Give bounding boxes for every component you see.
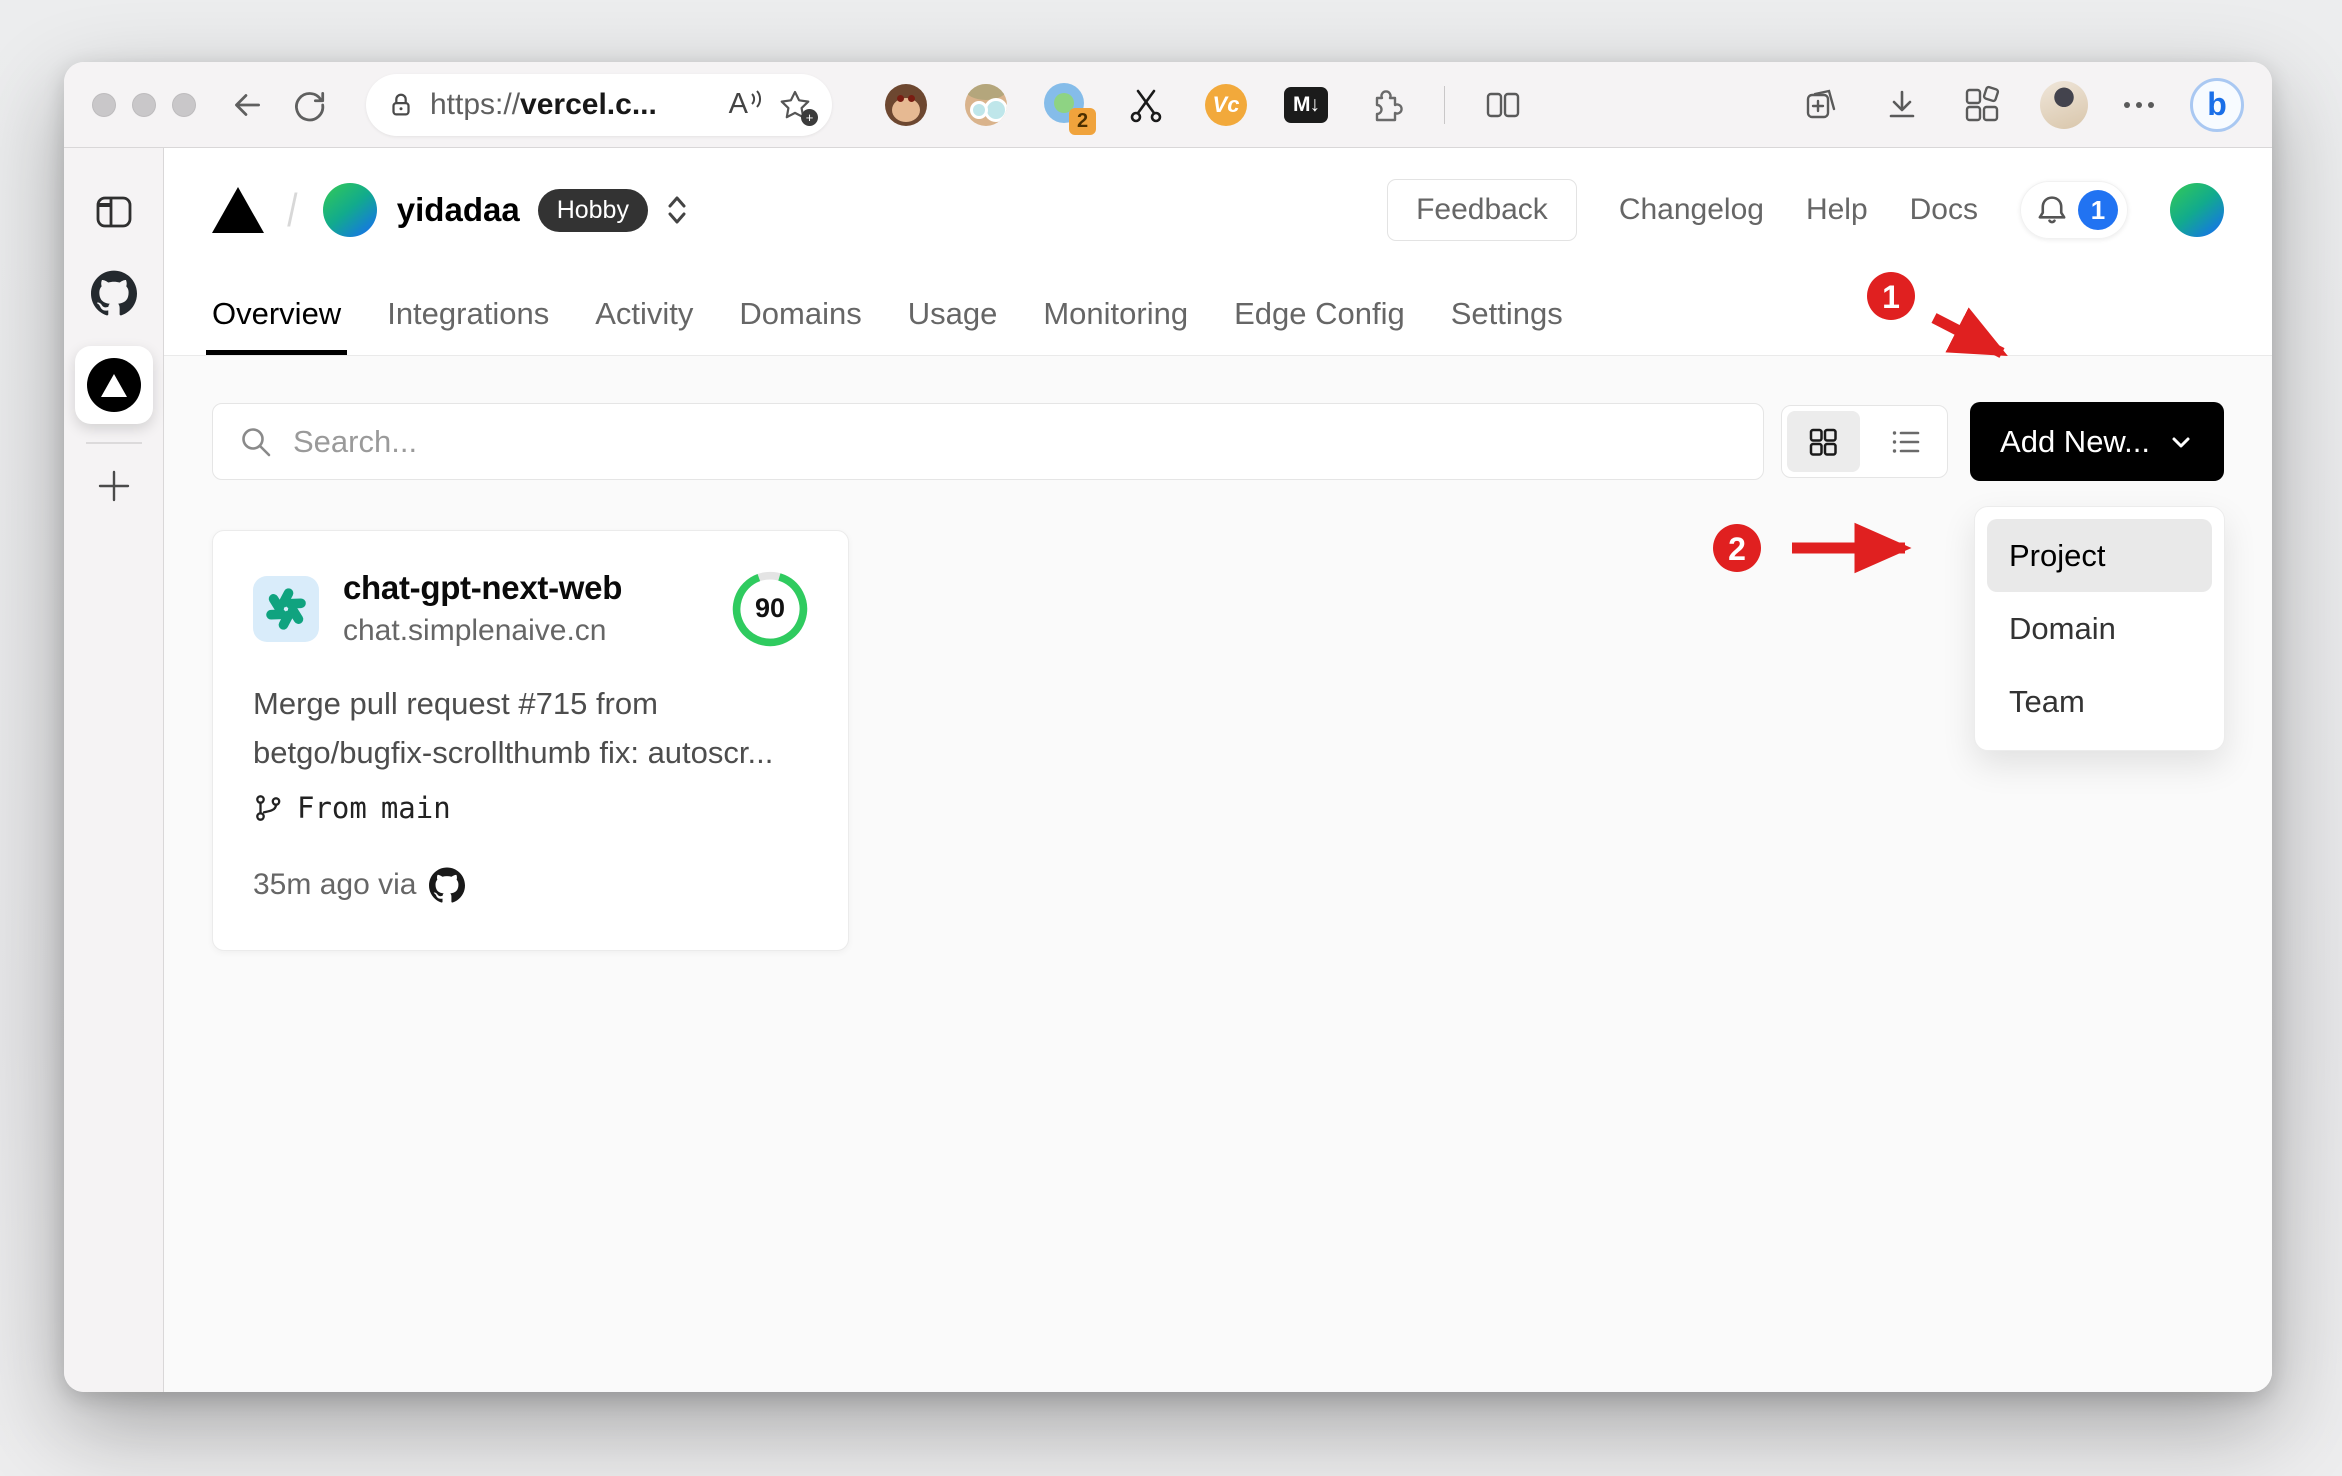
browser-window: https://vercel.c... A + 2 Vc M↓ b / yida… <box>64 62 2272 1392</box>
vercel-logo-icon[interactable] <box>212 187 264 233</box>
tab-usage[interactable]: Usage <box>908 272 998 355</box>
url-host: vercel.c... <box>520 87 657 121</box>
branch-label: From <box>297 791 367 826</box>
read-aloud-icon[interactable]: A <box>729 88 764 121</box>
refresh-icon[interactable] <box>290 86 328 124</box>
git-branch-icon <box>253 793 283 823</box>
read-aloud-letter: A <box>728 88 748 120</box>
add-favorite-icon[interactable]: + <box>778 88 818 126</box>
breadcrumb-slash: / <box>287 184 298 236</box>
url-scheme: https:// <box>430 87 521 121</box>
user-avatar[interactable] <box>2170 183 2224 237</box>
dropdown-item-team[interactable]: Team <box>1987 665 2212 738</box>
search-input[interactable] <box>293 423 1737 460</box>
scissors-extension-icon[interactable] <box>1124 83 1168 127</box>
add-new-button[interactable]: Add New... <box>1970 402 2224 481</box>
sidebar-panel-toggle-icon[interactable] <box>92 190 136 234</box>
github-icon <box>429 867 466 903</box>
plan-badge: Hobby <box>537 188 648 232</box>
bing-chat-icon[interactable]: b <box>2190 77 2244 132</box>
back-icon[interactable] <box>228 86 266 124</box>
chevron-down-icon <box>2172 437 2190 447</box>
commit-message: Merge pull request #715 from betgo/bugfi… <box>253 686 774 770</box>
branch-name: main <box>380 791 451 826</box>
search-bar <box>212 403 1764 480</box>
vc-extension-icon[interactable]: Vc <box>1204 83 1248 127</box>
sidebar-vercel-tab[interactable] <box>74 346 153 424</box>
toolbar-right-cluster: b <box>1800 77 2244 132</box>
session-extension-icon[interactable]: 2 <box>1044 82 1096 135</box>
project-card[interactable]: chat-gpt-next-web chat.simplenaive.cn 90 <box>212 530 849 951</box>
feedback-button[interactable]: Feedback <box>1387 179 1577 241</box>
dropdown-item-project[interactable]: Project <box>1987 519 2212 592</box>
tab-edge-config[interactable]: Edge Config <box>1234 272 1405 355</box>
tab-activity[interactable]: Activity <box>595 272 693 355</box>
add-new-dropdown: Project Domain Team <box>1974 506 2225 751</box>
team-avatar[interactable] <box>322 183 377 237</box>
tab-overview[interactable]: Overview <box>205 272 348 355</box>
view-toggle <box>1781 405 1948 478</box>
project-name: chat-gpt-next-web <box>343 569 623 606</box>
tab-integrations[interactable]: Integrations <box>387 272 549 355</box>
markdown-extension-icon[interactable]: M↓ <box>1284 83 1328 127</box>
team-switcher-icon[interactable] <box>664 191 690 229</box>
maximize-window-button[interactable] <box>172 92 196 117</box>
collections-icon[interactable] <box>1800 83 1844 127</box>
notification-count-badge: 1 <box>2078 190 2118 230</box>
lock-icon[interactable] <box>386 90 416 120</box>
granny-extension-icon[interactable] <box>964 83 1008 127</box>
grid-view-button[interactable] <box>1787 411 1860 472</box>
toolbar-divider <box>1444 85 1445 124</box>
vercel-circle-icon <box>86 358 141 412</box>
deployed-time: 35m ago via <box>253 868 417 902</box>
tab-domains[interactable]: Domains <box>739 272 861 355</box>
downloads-icon[interactable] <box>1880 83 1924 127</box>
changelog-link[interactable]: Changelog <box>1619 193 1764 227</box>
project-domain[interactable]: chat.simplenaive.cn <box>343 614 622 648</box>
browser-toolbar: https://vercel.c... A + 2 Vc M↓ b <box>64 62 2272 148</box>
bell-icon <box>2034 192 2070 228</box>
tab-settings[interactable]: Settings <box>1451 272 1563 355</box>
help-link[interactable]: Help <box>1806 193 1868 227</box>
team-name: yidadaa <box>396 191 520 228</box>
extensions-row: 2 Vc M↓ <box>884 82 1525 135</box>
docs-link[interactable]: Docs <box>1910 193 1978 227</box>
extension-badge-count: 2 <box>1069 107 1096 135</box>
browser-sidebar <box>64 148 164 1392</box>
address-bar[interactable]: https://vercel.c... A + <box>366 73 832 136</box>
vercel-content: Add New... Project Domain Team chat-gpt-… <box>164 356 2272 1392</box>
tampermonkey-extension-icon[interactable] <box>884 83 928 127</box>
deployment-meta: 35m ago via <box>253 867 808 903</box>
add-new-label: Add New... <box>2000 423 2150 459</box>
vercel-header: / yidadaa Hobby Feedback Changelog Help … <box>164 148 2272 272</box>
url-text: https://vercel.c... <box>430 88 657 122</box>
more-menu-icon[interactable] <box>2124 101 2154 108</box>
dropdown-item-domain[interactable]: Domain <box>1987 592 2212 665</box>
lighthouse-score-ring: 90 <box>732 571 808 647</box>
vercel-tab-bar: Overview Integrations Activity Domains U… <box>164 272 2272 356</box>
search-icon <box>239 425 273 459</box>
branch-row: From main <box>253 791 808 825</box>
sidebar-github-icon[interactable] <box>90 270 137 316</box>
favorite-plus-badge: + <box>801 108 818 126</box>
sidebar-divider <box>85 442 142 444</box>
window-controls <box>92 92 196 117</box>
list-view-button[interactable] <box>1870 411 1943 472</box>
minimize-window-button[interactable] <box>132 92 156 117</box>
close-window-button[interactable] <box>92 92 116 117</box>
lighthouse-score: 90 <box>754 593 786 623</box>
vercel-page: / yidadaa Hobby Feedback Changelog Help … <box>164 148 2272 1392</box>
split-screen-icon[interactable] <box>1481 83 1525 127</box>
sidebar-new-tab-icon[interactable] <box>94 466 134 506</box>
apps-launcher-icon[interactable] <box>1960 83 2004 127</box>
openai-logo-icon <box>253 575 319 642</box>
notifications-button[interactable]: 1 <box>2020 181 2128 239</box>
browser-profile-avatar[interactable] <box>2040 80 2088 129</box>
extensions-puzzle-icon[interactable] <box>1364 83 1408 127</box>
tab-monitoring[interactable]: Monitoring <box>1043 272 1188 355</box>
